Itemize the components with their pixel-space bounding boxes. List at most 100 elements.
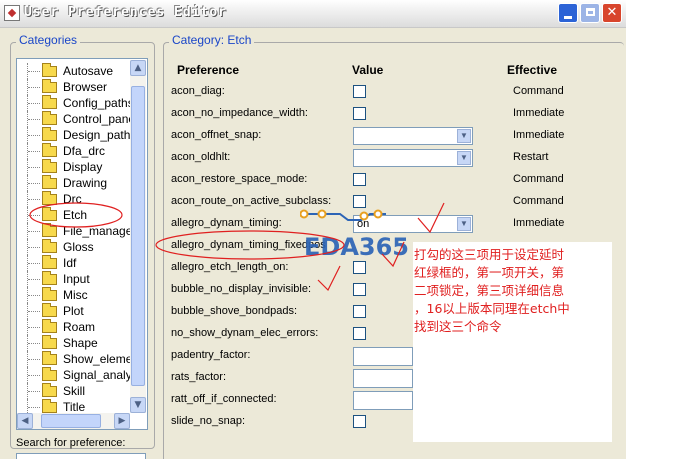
preference-checkbox[interactable]: [353, 107, 366, 120]
tree-vertical-scrollbar[interactable]: ▲ ▼: [130, 60, 146, 413]
category-label: Design_paths: [63, 128, 137, 142]
category-label: Dfa_drc: [63, 144, 106, 158]
header-value: Value: [352, 63, 384, 77]
category-item[interactable]: Shape: [17, 335, 147, 351]
tree-connector: [27, 207, 42, 223]
category-item[interactable]: Show_elemen: [17, 351, 147, 367]
preference-combo[interactable]: ▼: [353, 127, 473, 145]
category-label: Idf: [63, 256, 77, 270]
app-icon[interactable]: [4, 5, 20, 21]
category-item[interactable]: Skill: [17, 383, 147, 399]
category-item[interactable]: Etch: [17, 207, 147, 223]
tree-connector: [27, 159, 42, 175]
close-button[interactable]: ✕: [602, 3, 622, 23]
scroll-thumb[interactable]: [131, 86, 145, 386]
category-item[interactable]: Config_paths: [17, 95, 147, 111]
folder-icon: [42, 303, 57, 317]
preference-name: allegro_etch_length_on:: [171, 261, 289, 273]
preference-name: acon_oldhlt:: [171, 151, 231, 163]
category-label: Plot: [63, 304, 84, 318]
preference-name: acon_route_on_active_subclass:: [171, 195, 332, 207]
tree-connector: [27, 143, 42, 159]
preference-effective: Command: [513, 85, 564, 97]
preference-name: rats_factor:: [171, 371, 227, 383]
preference-effective: Command: [513, 173, 564, 185]
category-label: Show_elemen: [63, 352, 140, 366]
annotation-line: ，16以上版本同理在etch中: [414, 301, 570, 316]
category-item[interactable]: Browser: [17, 79, 147, 95]
chevron-down-icon[interactable]: ▼: [457, 217, 471, 231]
category-item[interactable]: Idf: [17, 255, 147, 271]
preference-name: acon_no_impedance_width:: [171, 107, 308, 119]
folder-icon: [42, 239, 57, 253]
preference-checkbox[interactable]: [353, 283, 366, 296]
preference-checkbox[interactable]: [353, 85, 366, 98]
tree-connector: [27, 351, 42, 367]
category-item[interactable]: Plot: [17, 303, 147, 319]
preference-checkbox[interactable]: [353, 415, 366, 428]
preference-checkbox[interactable]: [353, 173, 366, 186]
tree-horizontal-scrollbar[interactable]: ◀ ▶: [17, 413, 130, 429]
chevron-down-icon[interactable]: ▼: [457, 151, 471, 165]
preference-checkbox[interactable]: [353, 261, 366, 274]
search-input[interactable]: [16, 453, 146, 459]
category-item[interactable]: Dfa_drc: [17, 143, 147, 159]
category-legend: Category: Etch: [169, 33, 255, 47]
category-item[interactable]: Signal_analysi: [17, 367, 147, 383]
category-item[interactable]: Input: [17, 271, 147, 287]
tree-connector: [27, 303, 42, 319]
chevron-down-icon[interactable]: ▼: [457, 129, 471, 143]
watermark-logo: [300, 209, 386, 221]
folder-icon: [42, 63, 57, 77]
minimize-icon: [564, 16, 572, 19]
category-item[interactable]: Autosave: [17, 63, 147, 79]
title-bar[interactable]: User Preferences Editor ✕: [0, 0, 626, 28]
category-item[interactable]: Display: [17, 159, 147, 175]
header-preference: Preference: [177, 63, 240, 77]
category-prefix: Category:: [172, 33, 225, 47]
search-label: Search for preference:: [16, 437, 126, 449]
maximize-button[interactable]: [580, 3, 600, 23]
folder-icon: [42, 255, 57, 269]
category-item[interactable]: File_managem: [17, 223, 147, 239]
category-item[interactable]: Drc: [17, 191, 147, 207]
folder-icon: [42, 159, 57, 173]
preference-checkbox[interactable]: [353, 327, 366, 340]
annotation-line: 打勾的这三项用于设定延时: [414, 247, 565, 262]
folder-icon: [42, 95, 57, 109]
category-item[interactable]: Gloss: [17, 239, 147, 255]
category-item[interactable]: Misc: [17, 287, 147, 303]
preference-name: no_show_dynam_elec_errors:: [171, 327, 319, 339]
category-item[interactable]: Control_panel: [17, 111, 147, 127]
tree-connector: [27, 239, 42, 255]
minimize-button[interactable]: [558, 3, 578, 23]
scroll-right-button[interactable]: ▶: [114, 413, 130, 429]
preference-checkbox[interactable]: [353, 305, 366, 318]
category-item[interactable]: Drawing: [17, 175, 147, 191]
category-label: Etch: [63, 208, 88, 222]
folder-icon: [42, 383, 57, 397]
preference-text-field[interactable]: [353, 391, 413, 410]
preference-effective: Immediate: [513, 129, 565, 141]
scroll-down-button[interactable]: ▼: [130, 397, 146, 413]
preference-text-field[interactable]: [353, 347, 413, 366]
horizontal-scroll-thumb[interactable]: [41, 414, 101, 428]
preference-name: acon_offnet_snap:: [171, 129, 262, 141]
tree-connector: [27, 255, 42, 271]
category-label: Control_panel: [63, 112, 138, 126]
category-name: Etch: [227, 33, 252, 47]
preference-effective: Immediate: [513, 107, 565, 119]
folder-icon: [42, 351, 57, 365]
preference-combo[interactable]: ▼: [353, 149, 473, 167]
folder-icon: [42, 223, 57, 237]
scroll-up-button[interactable]: ▲: [130, 60, 146, 76]
category-tree[interactable]: Autosave Browser Config_paths Control_panel…: [16, 58, 148, 430]
category-label: Autosave: [63, 64, 114, 78]
category-item[interactable]: Design_paths: [17, 127, 147, 143]
annotation-line: 找到这三个命令: [414, 319, 502, 334]
category-item[interactable]: Roam: [17, 319, 147, 335]
preference-text-field[interactable]: [353, 369, 413, 388]
annotation-line: 二项锁定，第三项详细信息: [414, 283, 565, 298]
scroll-left-button[interactable]: ◀: [17, 413, 33, 429]
preference-checkbox[interactable]: [353, 195, 366, 208]
